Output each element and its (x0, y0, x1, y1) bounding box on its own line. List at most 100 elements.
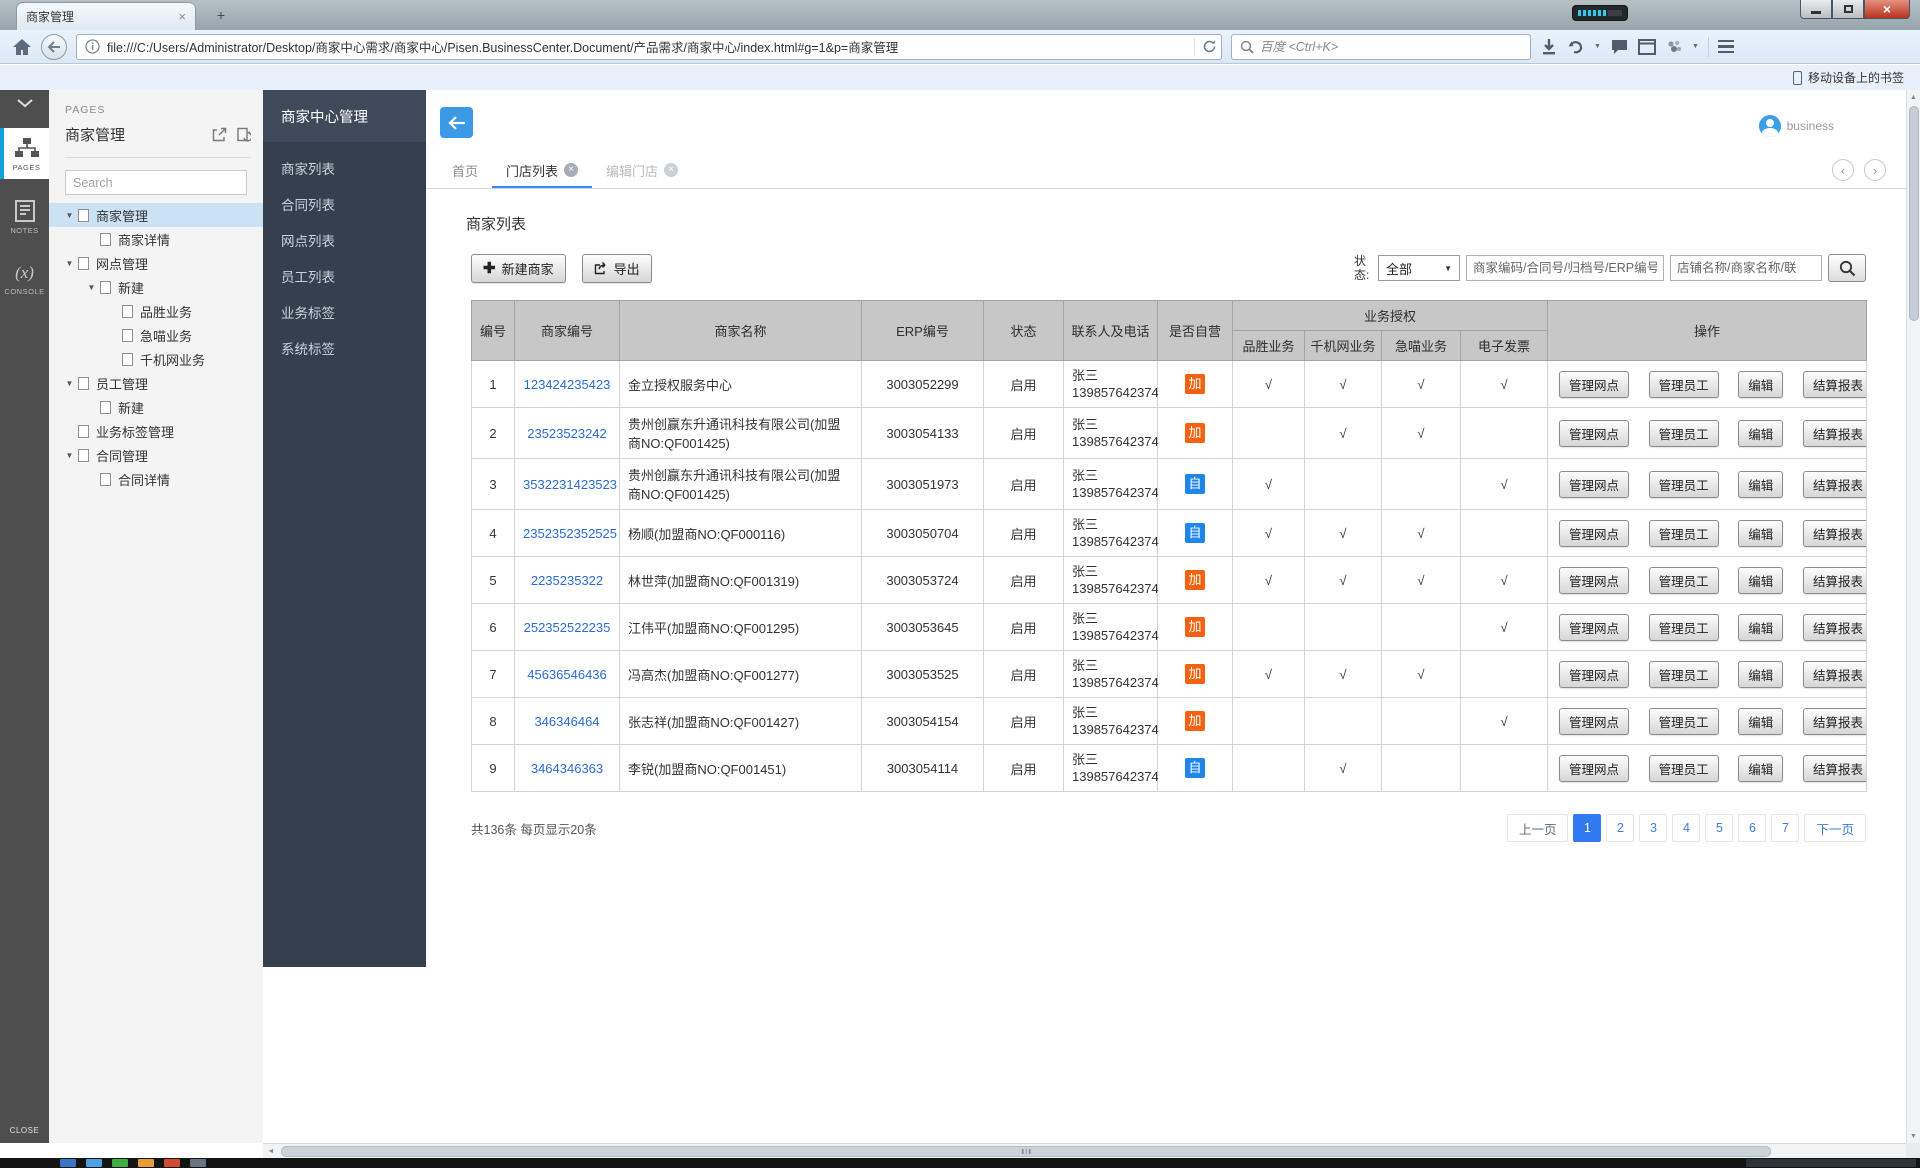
taskbar-icon[interactable] (112, 1159, 128, 1167)
taskbar-icon[interactable] (138, 1159, 154, 1167)
close-button[interactable]: × (1864, 0, 1910, 19)
page-number-button[interactable]: 3 (1639, 814, 1667, 842)
manage-outlets-button[interactable]: 管理网点 (1559, 371, 1629, 398)
settlement-report-button[interactable]: 结算报表 (1803, 471, 1867, 498)
edit-button[interactable]: 编辑 (1738, 755, 1783, 782)
taskbar-icon[interactable] (190, 1159, 206, 1167)
page-number-button[interactable]: 1 (1573, 814, 1601, 842)
side-nav-item[interactable]: 网点列表 (263, 224, 426, 260)
new-merchant-button[interactable]: ✚ 新建商家 (471, 254, 566, 283)
edit-button[interactable]: 编辑 (1738, 661, 1783, 688)
export-button[interactable]: 导出 (582, 254, 652, 283)
manage-staff-button[interactable]: 管理员工 (1649, 567, 1719, 594)
tree-expand-arrow-icon[interactable]: ▼ (61, 451, 78, 460)
merchant-no-link[interactable]: 252352522235 (524, 620, 611, 635)
export-page-icon[interactable] (212, 127, 227, 142)
tree-item[interactable]: 品胜业务 (49, 299, 263, 323)
edit-button[interactable]: 编辑 (1738, 614, 1783, 641)
tree-item[interactable]: 急喵业务 (49, 323, 263, 347)
edit-button[interactable]: 编辑 (1738, 520, 1783, 547)
settlement-report-button[interactable]: 结算报表 (1803, 661, 1867, 688)
home-icon[interactable] (12, 38, 32, 56)
back-button[interactable] (440, 107, 473, 138)
page-number-button[interactable]: 6 (1738, 814, 1766, 842)
manage-staff-button[interactable]: 管理员工 (1649, 520, 1719, 547)
settlement-report-button[interactable]: 结算报表 (1803, 520, 1867, 547)
status-select[interactable]: 全部 ▼ (1378, 255, 1460, 281)
page-number-button[interactable]: 5 (1705, 814, 1733, 842)
manage-staff-button[interactable]: 管理员工 (1649, 420, 1719, 447)
plugin-dropdown-caret-icon[interactable]: ▼ (1692, 43, 1699, 50)
tree-item[interactable]: ▼商家管理 (49, 203, 263, 227)
plugin-icon[interactable] (1665, 39, 1683, 55)
tabs-scroll-right-icon[interactable]: › (1864, 159, 1886, 181)
url-input[interactable] (107, 40, 1187, 54)
manage-staff-button[interactable]: 管理员工 (1649, 471, 1719, 498)
workspace-tab[interactable]: 编辑门店× (592, 152, 692, 188)
manage-staff-button[interactable]: 管理员工 (1649, 614, 1719, 641)
manage-outlets-button[interactable]: 管理网点 (1559, 708, 1629, 735)
windows-taskbar[interactable] (0, 1158, 1920, 1168)
tree-expand-arrow-icon[interactable]: ▼ (61, 379, 78, 388)
rail-item-notes[interactable]: NOTES (0, 191, 49, 242)
settlement-report-button[interactable]: 结算报表 (1803, 371, 1867, 398)
side-nav-item[interactable]: 系统标签 (263, 332, 426, 368)
history-dropdown-caret-icon[interactable]: ▼ (1594, 43, 1601, 50)
merchant-no-link[interactable]: 3532231423523 (523, 477, 617, 492)
tabs-scroll-left-icon[interactable]: ‹ (1832, 159, 1854, 181)
merchant-no-link[interactable]: 2352352352525 (523, 526, 617, 541)
rail-item-pages[interactable]: PAGES (0, 128, 49, 179)
search-button[interactable] (1828, 254, 1866, 282)
tree-item[interactable]: 新建 (49, 395, 263, 419)
new-tab-button[interactable]: + (208, 7, 234, 24)
merchant-no-link[interactable]: 23523523242 (527, 426, 607, 441)
prev-page-button[interactable]: 上一页 (1507, 814, 1569, 842)
scroll-down-icon[interactable]: ▼ (1907, 1129, 1920, 1143)
undo-icon[interactable] (1567, 39, 1585, 55)
horizontal-scrollbar[interactable]: ◄ (263, 1143, 1906, 1158)
taskbar-icon[interactable] (60, 1159, 76, 1167)
settlement-report-button[interactable]: 结算报表 (1803, 567, 1867, 594)
tab-close-icon[interactable]: × (564, 163, 578, 177)
manage-outlets-button[interactable]: 管理网点 (1559, 614, 1629, 641)
merchant-code-input[interactable] (1466, 255, 1664, 281)
taskbar-icon[interactable] (164, 1159, 180, 1167)
vertical-scrollbar[interactable]: ▲ ▼ (1906, 90, 1920, 1143)
merchant-no-link[interactable]: 3464346363 (531, 761, 603, 776)
manage-staff-button[interactable]: 管理员工 (1649, 371, 1719, 398)
reload-icon[interactable] (1202, 39, 1217, 54)
chat-icon[interactable] (1610, 38, 1629, 55)
manage-outlets-button[interactable]: 管理网点 (1559, 520, 1629, 547)
side-nav-item[interactable]: 员工列表 (263, 260, 426, 296)
tree-item[interactable]: ▼合同管理 (49, 443, 263, 467)
minimize-button[interactable] (1800, 0, 1832, 19)
tree-item[interactable]: ▼员工管理 (49, 371, 263, 395)
tree-item[interactable]: 千机网业务 (49, 347, 263, 371)
download-icon[interactable] (1540, 38, 1558, 56)
merchant-no-link[interactable]: 346346464 (534, 714, 599, 729)
settlement-report-button[interactable]: 结算报表 (1803, 755, 1867, 782)
manage-staff-button[interactable]: 管理员工 (1649, 708, 1719, 735)
next-page-button[interactable]: 下一页 (1804, 814, 1866, 842)
shop-name-input[interactable] (1670, 255, 1822, 281)
manage-outlets-button[interactable]: 管理网点 (1559, 471, 1629, 498)
settlement-report-button[interactable]: 结算报表 (1803, 614, 1867, 641)
side-nav-item[interactable]: 业务标签 (263, 296, 426, 332)
system-tray[interactable] (1746, 1159, 1916, 1167)
menu-icon[interactable] (1718, 40, 1734, 54)
scroll-up-icon[interactable]: ▲ (1907, 90, 1920, 104)
tree-expand-arrow-icon[interactable]: ▼ (83, 283, 100, 292)
tree-item[interactable]: 业务标签管理 (49, 419, 263, 443)
scroll-left-icon[interactable]: ◄ (263, 1148, 279, 1155)
tree-item[interactable]: 商家详情 (49, 227, 263, 251)
browser-search-input[interactable] (1260, 40, 1522, 54)
pages-search-input[interactable] (65, 170, 247, 195)
vertical-scroll-thumb[interactable] (1909, 106, 1919, 321)
merchant-no-link[interactable]: 2235235322 (531, 573, 603, 588)
user-box[interactable]: business (1759, 115, 1834, 137)
side-nav-item[interactable]: 合同列表 (263, 188, 426, 224)
tab-close-icon[interactable]: × (178, 10, 186, 23)
workspace-tab[interactable]: 门店列表× (492, 152, 592, 188)
manage-staff-button[interactable]: 管理员工 (1649, 661, 1719, 688)
tree-item[interactable]: ▼网点管理 (49, 251, 263, 275)
